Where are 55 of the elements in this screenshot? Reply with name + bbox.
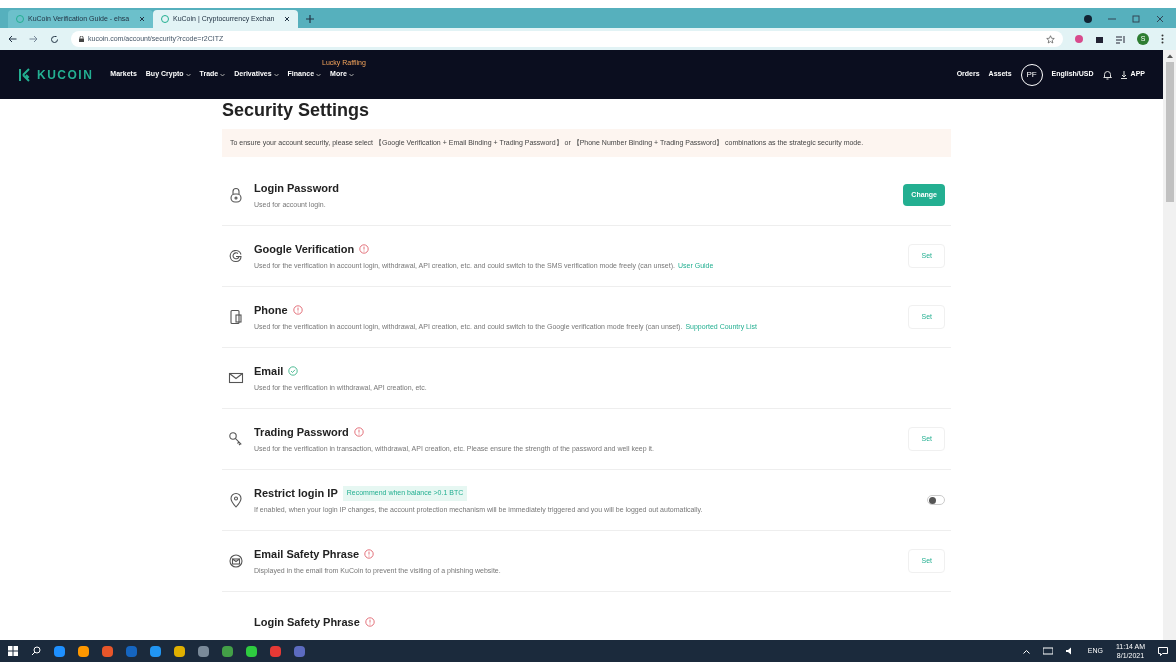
star-icon[interactable] — [1046, 34, 1055, 44]
brand-logo[interactable]: KUCOIN — [37, 65, 94, 84]
new-tab-icon[interactable] — [306, 15, 314, 23]
toggle-switch[interactable] — [927, 495, 945, 505]
padlock-icon — [228, 187, 244, 203]
key-icon — [228, 431, 244, 447]
setting-title: Trading Password — [254, 425, 349, 440]
taskbar-app-icon[interactable] — [246, 645, 257, 657]
setting-title: Restrict login IP — [254, 486, 338, 501]
setting-title: Phone — [254, 303, 288, 318]
reload-icon[interactable] — [50, 34, 59, 44]
taskbar-app-icon[interactable] — [174, 645, 185, 657]
search-icon[interactable] — [31, 646, 41, 656]
close-icon[interactable] — [284, 16, 290, 22]
caret-icon — [273, 72, 279, 77]
setting-title: Login Safety Phrase — [254, 614, 360, 630]
taskbar-app-icon[interactable] — [78, 645, 89, 657]
account-icon[interactable] — [1084, 15, 1092, 23]
envelope-badge-icon — [228, 553, 244, 569]
setting-title: Email Safety Phrase — [254, 547, 360, 562]
setting-title: Google Verification — [254, 242, 355, 257]
caret-icon — [348, 72, 354, 77]
scroll-thumb[interactable] — [1165, 62, 1174, 202]
taskbar-app-icon[interactable] — [294, 645, 305, 657]
taskbar-app-icon[interactable] — [102, 645, 113, 657]
lock-icon — [79, 36, 84, 42]
page-title: Security Settings — [222, 99, 371, 121]
close-icon[interactable] — [139, 16, 145, 22]
scroll-up-icon[interactable] — [1166, 54, 1173, 58]
envelope-icon — [228, 370, 244, 386]
taskbar-app-icon[interactable] — [198, 645, 209, 657]
download-icon — [1120, 70, 1127, 79]
taskbar-app-icon[interactable] — [54, 645, 65, 657]
scrollbar[interactable] — [1163, 50, 1176, 640]
extension-icon[interactable] — [1075, 35, 1083, 43]
bell-icon[interactable] — [1102, 69, 1112, 80]
setting-title: Email — [254, 364, 284, 379]
menu-icon[interactable] — [1161, 34, 1164, 44]
caret-icon — [185, 72, 191, 77]
windows-start-icon[interactable] — [8, 646, 18, 656]
phone-icon — [228, 309, 244, 325]
forward-icon[interactable] — [29, 35, 38, 43]
letter-g-icon — [228, 248, 244, 264]
caret-icon — [316, 72, 322, 77]
location-pin-icon — [228, 492, 244, 508]
taskbar-app-icon[interactable] — [270, 645, 281, 657]
caret-icon — [220, 72, 226, 77]
setting-title: Login Password — [254, 181, 339, 196]
playlist-icon[interactable] — [1116, 34, 1125, 44]
back-icon[interactable] — [8, 35, 17, 43]
taskbar-app-icon[interactable] — [150, 645, 161, 657]
notification-icon[interactable] — [1158, 646, 1168, 656]
restore-icon[interactable] — [1132, 15, 1140, 23]
taskbar-app-icon[interactable] — [222, 645, 233, 657]
logo-icon — [18, 67, 32, 82]
